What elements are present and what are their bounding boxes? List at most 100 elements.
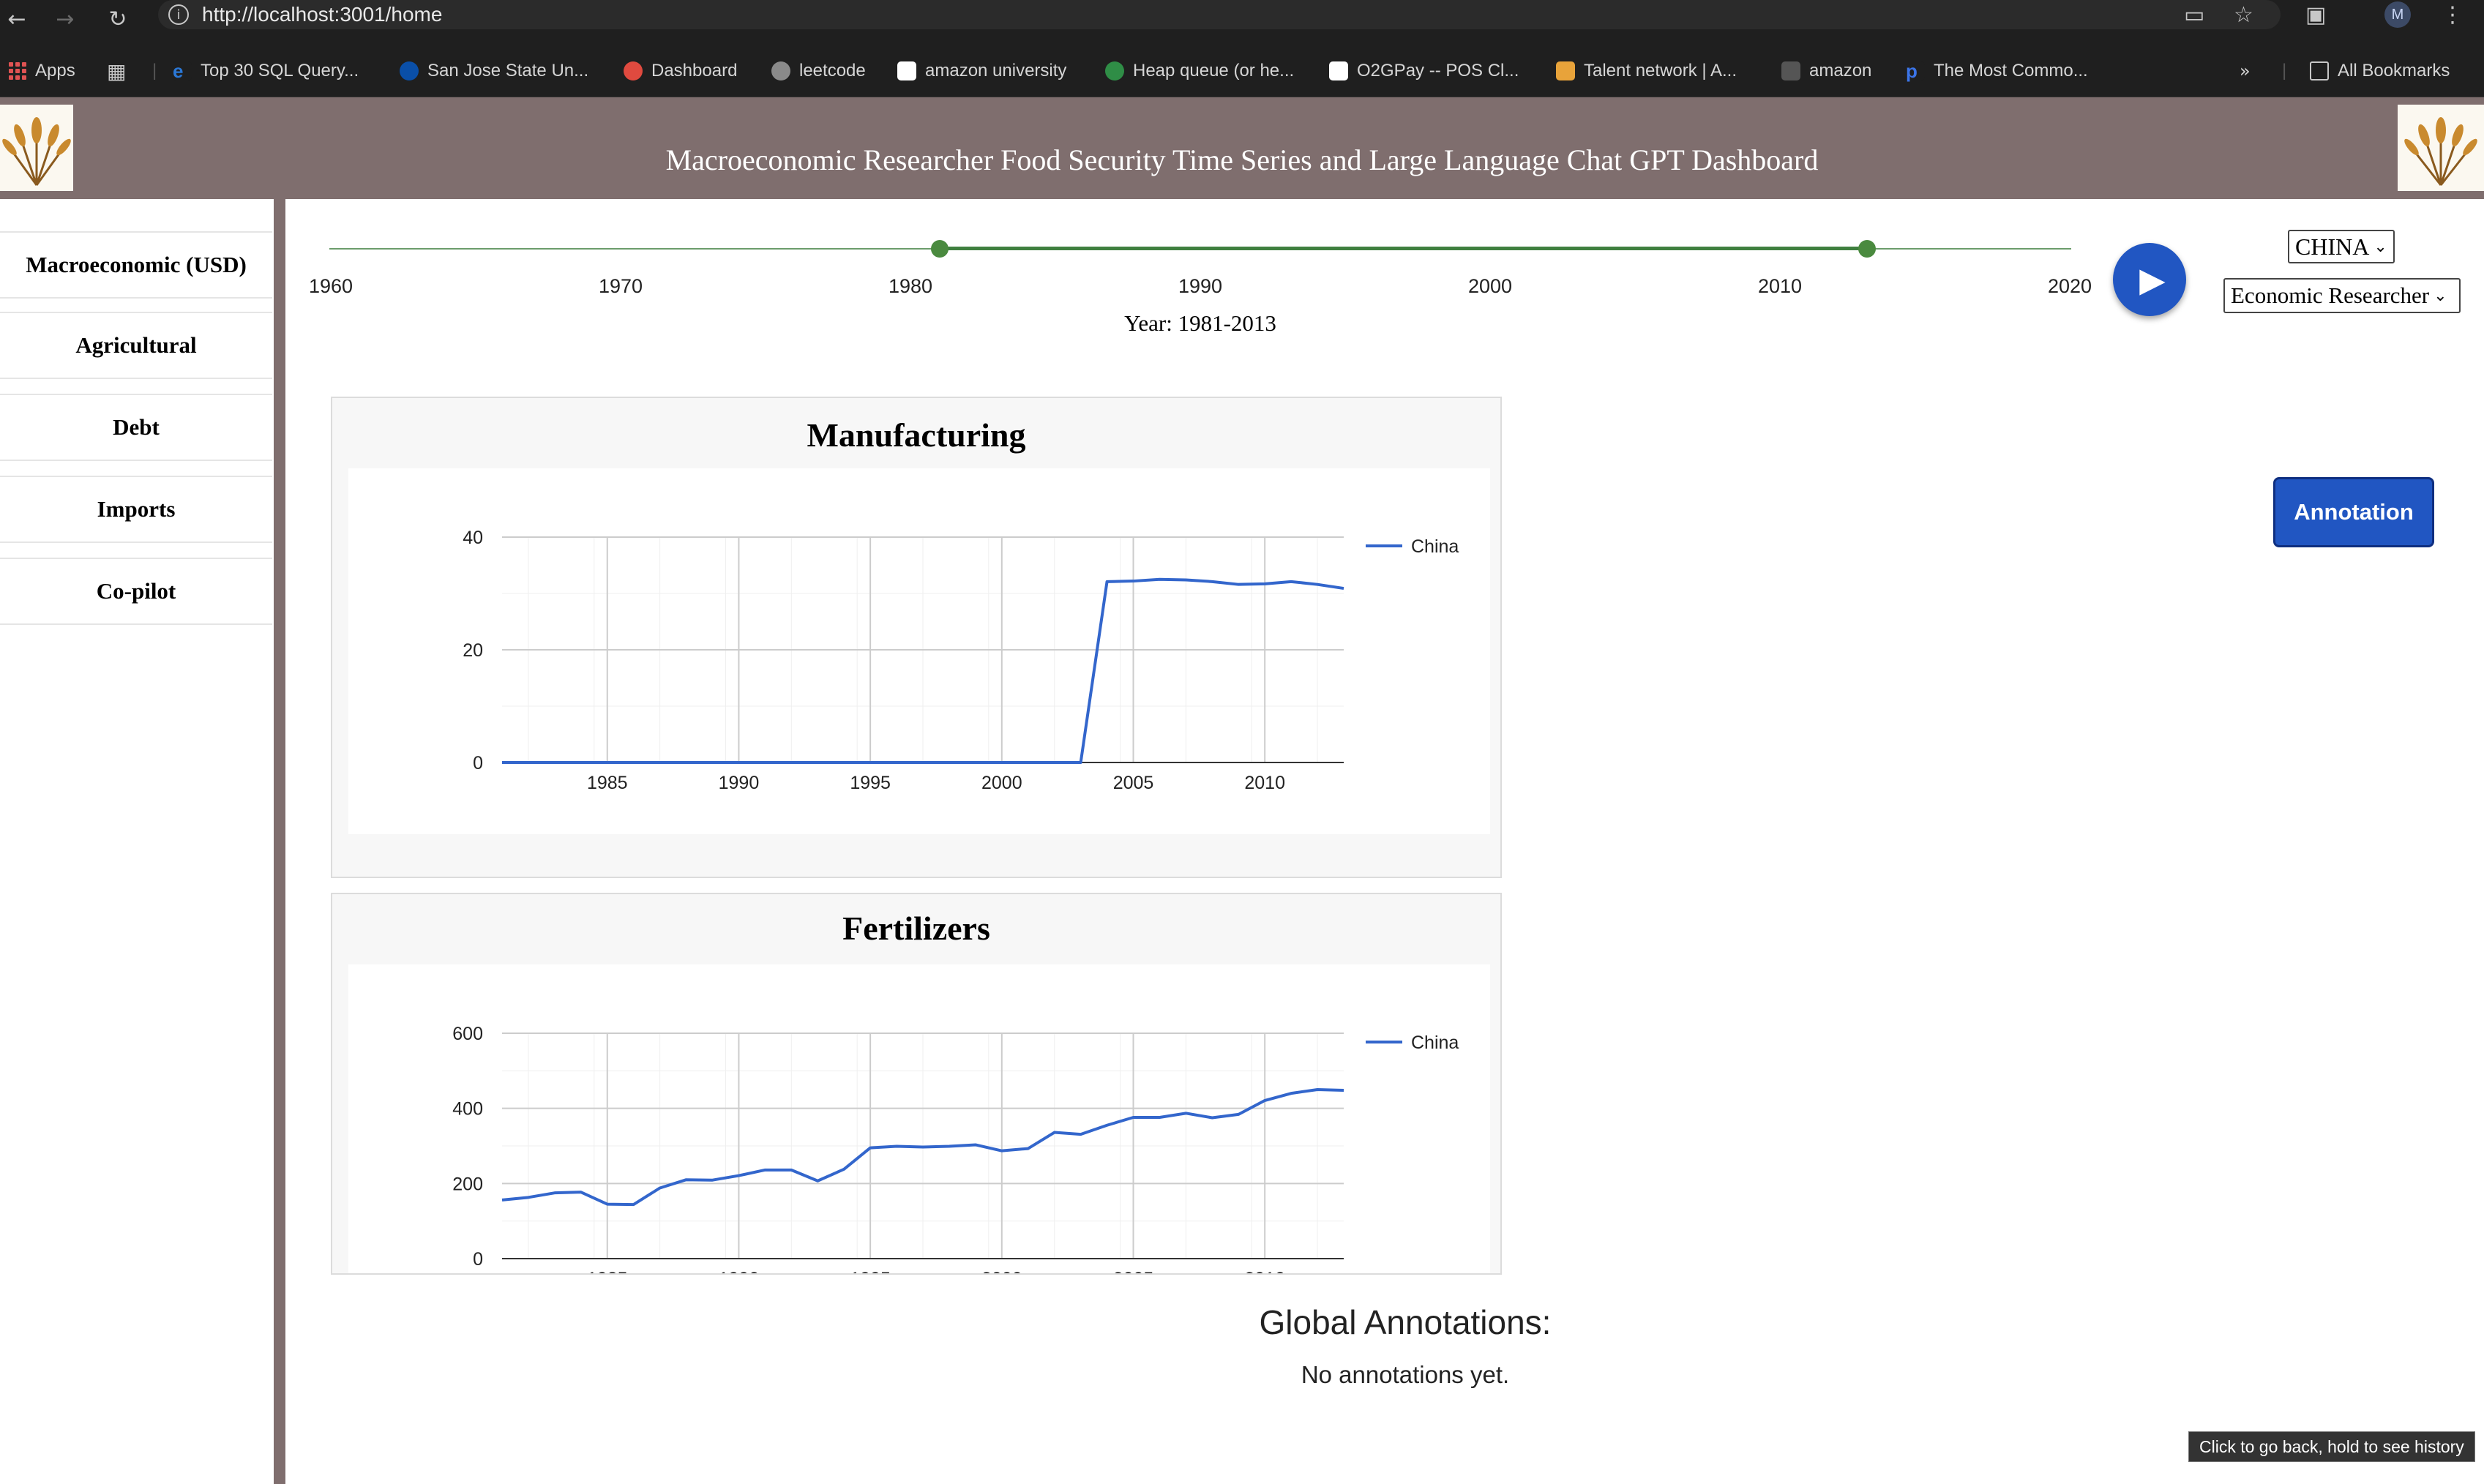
more-bookmarks-icon[interactable]: » — [2240, 38, 2251, 104]
bookmark-sjsu[interactable]: San Jose State Un... — [400, 38, 588, 104]
address-bar[interactable]: i http://localhost:3001/home — [158, 0, 2281, 29]
data-point[interactable] — [1077, 1130, 1085, 1139]
data-point[interactable] — [1234, 1110, 1243, 1119]
data-point[interactable] — [839, 758, 848, 767]
data-point[interactable] — [498, 1196, 506, 1204]
bookmark-heap-queue[interactable]: Heap queue (or he... — [1105, 38, 1294, 104]
data-point[interactable] — [1208, 1114, 1216, 1123]
bookmark-star-icon[interactable]: ☆ — [2234, 0, 2253, 29]
data-point[interactable] — [971, 758, 980, 767]
data-point[interactable] — [1287, 577, 1295, 586]
bookmark-talent-network[interactable]: Talent network | A... — [1556, 38, 1737, 104]
bookmark-leetcode[interactable]: leetcode — [771, 38, 866, 104]
data-point[interactable] — [1181, 576, 1190, 585]
data-point[interactable] — [708, 758, 717, 767]
data-point[interactable] — [813, 1177, 822, 1185]
data-point[interactable] — [1260, 580, 1269, 588]
bookmark-apps[interactable]: Apps — [9, 38, 75, 104]
data-point[interactable] — [603, 1200, 612, 1209]
bookmark-amazon[interactable]: amazon — [1781, 38, 1871, 104]
data-point[interactable] — [1339, 584, 1348, 593]
data-point[interactable] — [998, 758, 1006, 767]
bookmark-dashboard[interactable]: Dashboard — [624, 38, 737, 104]
reload-icon[interactable]: ↻ — [101, 0, 135, 38]
extensions-icon[interactable]: ▣ — [2305, 0, 2326, 29]
sidebar-item-debt[interactable]: Debt — [0, 394, 272, 461]
data-point[interactable] — [498, 758, 506, 767]
data-point[interactable] — [1050, 758, 1059, 767]
data-point[interactable] — [919, 1143, 927, 1152]
tab-groups-icon[interactable]: ▦ — [107, 38, 126, 104]
data-point[interactable] — [1129, 577, 1138, 585]
data-point[interactable] — [682, 1175, 691, 1184]
data-point[interactable] — [1313, 580, 1322, 589]
sidebar-item-macroeconomic[interactable]: Macroeconomic (USD) — [0, 231, 272, 299]
data-point[interactable] — [656, 1183, 665, 1192]
data-point[interactable] — [1313, 1085, 1322, 1094]
profile-button[interactable]: M — [2384, 0, 2411, 29]
data-point[interactable] — [1208, 577, 1216, 586]
data-point[interactable] — [760, 758, 769, 767]
data-point[interactable] — [1103, 1121, 1112, 1130]
data-point[interactable] — [813, 758, 822, 767]
data-point[interactable] — [971, 1140, 980, 1149]
bookmark-amazon-university[interactable]: amazon university — [897, 38, 1066, 104]
data-point[interactable] — [866, 1144, 875, 1153]
data-point[interactable] — [577, 758, 586, 767]
data-point[interactable] — [998, 1147, 1006, 1155]
data-point[interactable] — [550, 1188, 559, 1197]
data-point[interactable] — [1024, 758, 1033, 767]
data-point[interactable] — [1155, 1113, 1164, 1122]
data-point[interactable] — [708, 1176, 717, 1185]
data-point[interactable] — [629, 758, 638, 767]
data-point[interactable] — [919, 758, 927, 767]
data-point[interactable] — [866, 758, 875, 767]
install-app-icon[interactable]: ▭ — [2184, 0, 2204, 29]
data-point[interactable] — [787, 758, 796, 767]
data-point[interactable] — [1287, 1089, 1295, 1098]
data-point[interactable] — [892, 758, 901, 767]
data-point[interactable] — [945, 758, 954, 767]
data-point[interactable] — [734, 758, 743, 767]
data-point[interactable] — [550, 758, 559, 767]
forward-arrow-icon[interactable]: → — [48, 0, 82, 38]
data-point[interactable] — [787, 1166, 796, 1174]
data-point[interactable] — [524, 758, 533, 767]
data-point[interactable] — [760, 1166, 769, 1174]
data-point[interactable] — [1024, 1144, 1033, 1153]
data-point[interactable] — [1129, 1113, 1138, 1122]
year-slider-start-handle[interactable] — [930, 240, 949, 258]
data-point[interactable] — [603, 758, 612, 767]
url-text[interactable]: http://localhost:3001/home — [202, 3, 442, 26]
sidebar-item-imports[interactable]: Imports — [0, 476, 272, 543]
bookmark-sql-query[interactable]: e Top 30 SQL Query... — [173, 38, 359, 104]
data-point[interactable] — [1339, 1086, 1348, 1095]
data-point[interactable] — [839, 1165, 848, 1174]
role-select[interactable]: Economic Researcher ⌄ — [2223, 278, 2461, 313]
year-slider-end-handle[interactable] — [1858, 240, 1876, 258]
data-point[interactable] — [1234, 580, 1243, 589]
data-point[interactable] — [656, 758, 665, 767]
data-point[interactable] — [1077, 758, 1085, 767]
country-select[interactable]: CHINA ⌄ — [2288, 230, 2395, 263]
data-point[interactable] — [734, 1172, 743, 1180]
chrome-menu-icon[interactable]: ⋮ — [2442, 0, 2464, 29]
play-button[interactable]: ▶ — [2113, 243, 2186, 316]
sidebar-item-co-pilot[interactable]: Co-pilot — [0, 558, 272, 625]
site-info-icon[interactable]: i — [168, 4, 189, 25]
all-bookmarks[interactable]: All Bookmarks — [2310, 38, 2450, 104]
data-point[interactable] — [1260, 1096, 1269, 1105]
data-point[interactable] — [892, 1142, 901, 1151]
data-point[interactable] — [1155, 575, 1164, 584]
data-point[interactable] — [577, 1188, 586, 1196]
profile-avatar[interactable]: M — [2384, 1, 2411, 28]
data-point[interactable] — [1050, 1128, 1059, 1137]
data-point[interactable] — [1103, 577, 1112, 586]
data-point[interactable] — [524, 1193, 533, 1202]
back-arrow-icon[interactable]: ← — [0, 0, 34, 38]
bookmark-most-common[interactable]: p The Most Commo... — [1906, 38, 2088, 104]
bookmark-o2gpay[interactable]: O2GPay -- POS Cl... — [1329, 38, 1519, 104]
annotation-button[interactable]: Annotation — [2273, 477, 2434, 547]
data-point[interactable] — [682, 758, 691, 767]
data-point[interactable] — [629, 1200, 638, 1209]
